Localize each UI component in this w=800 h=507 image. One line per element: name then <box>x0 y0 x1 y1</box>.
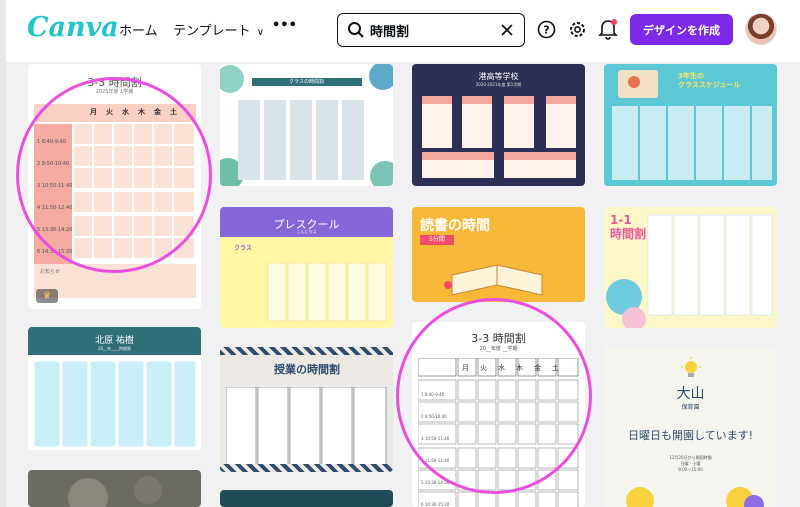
grid <box>422 96 576 178</box>
create-design-button[interactable]: デザインを作成 <box>630 14 733 45</box>
stripe-bottom <box>220 464 393 472</box>
card-title: 読書の時間 <box>420 218 490 234</box>
card-subtitle: 20__年____時間割 <box>97 346 132 351</box>
gear-icon[interactable] <box>568 20 587 39</box>
template-card-3rd-grade-class-schedule[interactable]: 3年生の クラススケジュール <box>604 64 777 186</box>
card-title: 授業の時間割 <box>274 363 340 376</box>
search-box[interactable] <box>337 13 525 47</box>
book-illustration <box>444 264 543 296</box>
chevron-down-icon: ∨ <box>256 27 265 38</box>
note-label: お知らせ <box>40 269 60 275</box>
help-icon[interactable]: ? <box>537 20 556 39</box>
clear-search-icon[interactable] <box>500 23 514 37</box>
card-title: 大山 <box>676 386 705 402</box>
card-title-2: 保育園 <box>681 404 700 411</box>
class-label: クラス <box>234 245 252 252</box>
card-title: 北原 祐樹 <box>95 336 134 346</box>
top-bar: Canva ホーム テンプレート ∨ ••• ? デザインを作成 <box>0 0 800 62</box>
sun-decor <box>626 487 764 507</box>
grid <box>606 214 773 328</box>
search-icon <box>348 22 364 38</box>
grid <box>226 387 387 465</box>
template-card-teal-partial[interactable] <box>220 490 393 507</box>
card-subtitle: 2020-2021年度 第1学期 <box>475 82 522 87</box>
nav-templates-label: テンプレート <box>173 24 251 39</box>
template-card-minato-high-school[interactable]: 港高等学校 2020-2021年度 第1学期 <box>412 64 585 186</box>
photo-decor <box>68 476 162 507</box>
side-strip <box>0 0 6 507</box>
template-card-photo-partial[interactable] <box>28 470 201 507</box>
template-card-class-timetable-botanical[interactable]: クラスの時間割 <box>220 64 393 186</box>
small-text-3: 9:00～15:00 <box>678 467 703 472</box>
canva-logo[interactable]: Canva <box>27 12 119 43</box>
template-card-kitahara-yuki[interactable]: 北原 祐樹 20__年____時間割 <box>28 327 201 450</box>
card-title: クラスの時間割 <box>289 79 324 85</box>
bell-icon[interactable] <box>598 18 618 40</box>
grid <box>34 361 196 447</box>
grid <box>267 262 387 322</box>
template-card-class-timetable-stripes[interactable]: 授業の時間割 <box>220 347 393 472</box>
more-menu-button[interactable]: ••• <box>272 18 297 33</box>
svg-text:?: ? <box>543 24 549 37</box>
open-message: 日曜日も開園しています! <box>627 429 754 442</box>
template-card-1-1-timetable[interactable]: 1-1 時間割 <box>604 207 777 328</box>
tag: 5分間 <box>420 235 454 245</box>
template-card-oyama-nursery[interactable]: 大山 保育園 日曜日も開園しています! 12月20日から開園時間 日曜・土曜 9… <box>604 347 777 507</box>
nav-home[interactable]: ホーム <box>119 20 158 39</box>
annotation-circle-1 <box>16 77 212 273</box>
avatar[interactable] <box>745 13 777 45</box>
template-card-preschool[interactable]: プレスクール こんにちは クラス <box>220 207 393 328</box>
card-title: 3年生の クラススケジュール <box>678 72 741 89</box>
card-subtitle: こんにちは <box>296 229 317 234</box>
template-card-reading-time[interactable]: 読書の時間 5分間 <box>412 207 585 302</box>
nav-templates[interactable]: テンプレート ∨ <box>173 20 264 39</box>
search-input[interactable] <box>370 19 500 41</box>
stripe-top <box>220 347 393 355</box>
lightbulb-icon <box>681 357 701 377</box>
crown-icon: ♛ <box>36 289 58 303</box>
card-title: 港高等学校 <box>478 72 519 81</box>
annotation-circle-2 <box>396 298 592 494</box>
